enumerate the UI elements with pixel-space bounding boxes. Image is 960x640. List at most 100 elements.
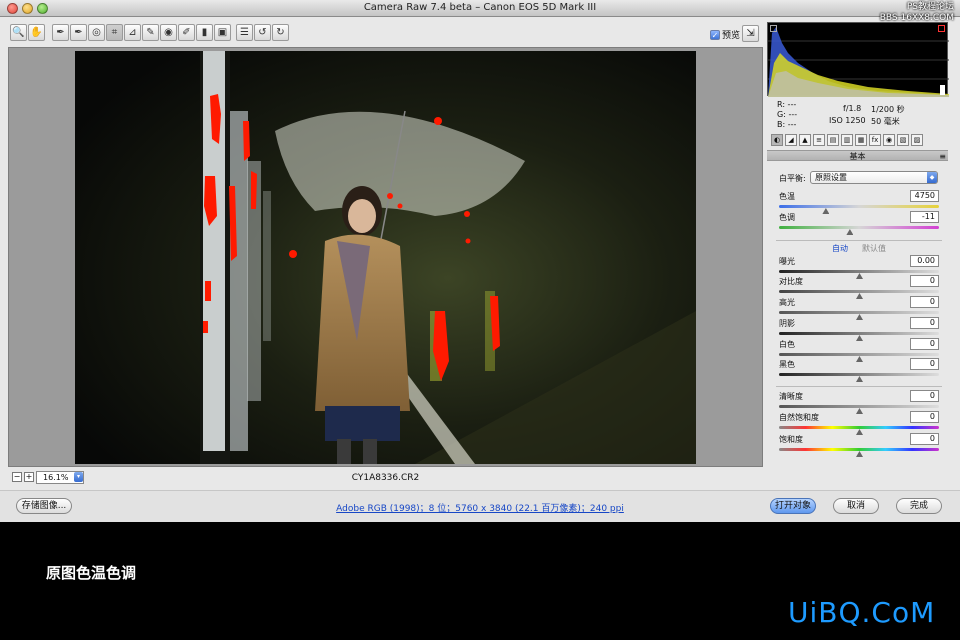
- panel-menu-icon[interactable]: ≡: [939, 151, 946, 162]
- graduated-filter-tool-button[interactable]: ▮: [196, 24, 213, 41]
- section-divider: [776, 240, 942, 241]
- slider-track[interactable]: [779, 426, 939, 429]
- slider-value-field[interactable]: 0: [910, 275, 939, 287]
- slider-thumb[interactable]: [846, 229, 854, 235]
- section-divider: [776, 386, 942, 387]
- slider-value-field[interactable]: 0: [910, 296, 939, 308]
- zoom-tool-button[interactable]: 🔍: [10, 24, 27, 41]
- slider-track[interactable]: [779, 270, 939, 273]
- tab-effects-icon[interactable]: ▦: [855, 134, 867, 146]
- preview-toggle[interactable]: ✓ 预览: [710, 28, 740, 41]
- slider-thumb[interactable]: [856, 314, 863, 320]
- cancel-button[interactable]: 取消: [833, 498, 879, 514]
- slider-thumb[interactable]: [856, 335, 863, 341]
- slider-thumb[interactable]: [856, 451, 863, 457]
- white-balance-value: 原照设置: [815, 173, 847, 182]
- slider-thumb[interactable]: [856, 293, 863, 299]
- slider-value-field[interactable]: 4750: [910, 190, 939, 202]
- slider-label: 清晰度: [779, 392, 803, 401]
- slider-thumb[interactable]: [856, 408, 863, 414]
- slider-value-field[interactable]: 0: [910, 390, 939, 402]
- workflow-options-link[interactable]: Adobe RGB (1998)；8 位；5760 x 3840 (22.1 百…: [0, 501, 960, 514]
- preview-checkbox[interactable]: ✓: [710, 29, 720, 40]
- slider-thumb[interactable]: [822, 208, 830, 214]
- slider-value-field[interactable]: -11: [910, 211, 939, 223]
- slider-track[interactable]: [779, 353, 939, 356]
- hand-tool-button[interactable]: ✋: [28, 24, 45, 41]
- zoom-icon: 🔍: [12, 26, 25, 38]
- slider-value-field[interactable]: 0: [910, 338, 939, 350]
- forum-watermark: PS教程论坛 BBS.16XX8.COM: [880, 2, 954, 24]
- tab-tone-curve-icon[interactable]: ◢: [785, 134, 797, 146]
- auto-link[interactable]: 自动: [832, 243, 848, 254]
- slider-track[interactable]: [779, 448, 939, 451]
- slider-track[interactable]: [779, 290, 939, 293]
- photo-preview: [75, 51, 696, 464]
- fullscreen-icon[interactable]: ⇲: [742, 25, 759, 42]
- done-button[interactable]: 完成: [896, 498, 942, 514]
- white-balance-select[interactable]: 原照设置 ◆: [810, 171, 938, 184]
- image-canvas[interactable]: [8, 47, 763, 467]
- slider-label: 对比度: [779, 277, 803, 286]
- straighten-tool-button[interactable]: ⊿: [124, 24, 141, 41]
- slider-track[interactable]: [779, 405, 939, 408]
- rotate-ccw-tool-button[interactable]: ↺: [254, 24, 271, 41]
- slider-track[interactable]: [779, 332, 939, 335]
- tab-presets-icon[interactable]: ▧: [897, 134, 909, 146]
- open-object-button[interactable]: 打开对象: [770, 498, 816, 514]
- filename-label: CY1A8336.CR2: [351, 473, 420, 483]
- camera-raw-window: Camera Raw 7.4 beta – Canon EOS 5D Mark …: [0, 0, 960, 640]
- white-balance-tool-button[interactable]: ✒: [52, 24, 69, 41]
- slider-track[interactable]: [779, 373, 939, 376]
- slider-value-field[interactable]: 0: [910, 317, 939, 329]
- tab-fx-icon[interactable]: fx: [869, 134, 881, 146]
- targeted-adjustment-tool-button[interactable]: ◎: [88, 24, 105, 41]
- tab-basic-icon[interactable]: ◐: [771, 134, 783, 146]
- preferences-tool-button[interactable]: ☰: [236, 24, 253, 41]
- tab-split-toning-icon[interactable]: ▤: [827, 134, 839, 146]
- iso-readout: ISO 1250: [829, 116, 866, 125]
- tab-lens-icon[interactable]: ▥: [841, 134, 853, 146]
- red-eye-icon: ◉: [164, 26, 173, 38]
- slider-track[interactable]: [779, 205, 939, 208]
- slider-label: 曝光: [779, 257, 795, 266]
- forum-watermark-line1: PS教程论坛: [906, 2, 954, 12]
- slider-value-field[interactable]: 0: [910, 358, 939, 370]
- tab-detail-icon[interactable]: ▲: [799, 134, 811, 146]
- histogram-graph: [768, 27, 949, 97]
- shadow-clipping-warning-icon[interactable]: [770, 25, 777, 32]
- highlight-clipping-warning-icon[interactable]: [938, 25, 945, 32]
- tab-camera-calibration-icon[interactable]: ◉: [883, 134, 895, 146]
- slider-label: 高光: [779, 298, 795, 307]
- slider-track[interactable]: [779, 311, 939, 314]
- adjustment-brush-tool-button[interactable]: ✐: [178, 24, 195, 41]
- color-sampler-tool-button[interactable]: ✒: [70, 24, 87, 41]
- slider-thumb[interactable]: [856, 356, 863, 362]
- tab-snapshots-icon[interactable]: ▨: [911, 134, 923, 146]
- histogram: [767, 22, 949, 97]
- slider-value-field[interactable]: 0: [910, 433, 939, 445]
- slider-label: 阴影: [779, 319, 795, 328]
- title-bar: Camera Raw 7.4 beta – Canon EOS 5D Mark …: [0, 0, 960, 23]
- slider-thumb[interactable]: [856, 429, 863, 435]
- crop-tool-button[interactable]: ⌗: [106, 24, 123, 41]
- rotate-cw-tool-button[interactable]: ↻: [272, 24, 289, 41]
- hand-icon: ✋: [30, 26, 43, 38]
- slider-track[interactable]: [779, 226, 939, 229]
- slider-thumb[interactable]: [856, 376, 863, 382]
- basic-panel-header: 基本 ≡: [767, 150, 948, 161]
- preferences-icon: ☰: [240, 26, 249, 38]
- night-street-photo: [75, 51, 696, 464]
- spot-removal-tool-button[interactable]: ✎: [142, 24, 159, 41]
- slider-thumb[interactable]: [856, 273, 863, 279]
- default-link[interactable]: 默认值: [862, 243, 886, 254]
- red-eye-tool-button[interactable]: ◉: [160, 24, 177, 41]
- tab-hsl-icon[interactable]: ≡: [813, 134, 825, 146]
- slider-value-field[interactable]: 0.00: [910, 255, 939, 267]
- slider-label: 饱和度: [779, 435, 803, 444]
- targeted-adjustment-icon: ◎: [92, 26, 101, 38]
- slider-value-field[interactable]: 0: [910, 411, 939, 423]
- slider-label: 色调: [779, 213, 795, 222]
- chevron-down-icon: ◆: [927, 172, 937, 183]
- radial-filter-tool-button[interactable]: ▣: [214, 24, 231, 41]
